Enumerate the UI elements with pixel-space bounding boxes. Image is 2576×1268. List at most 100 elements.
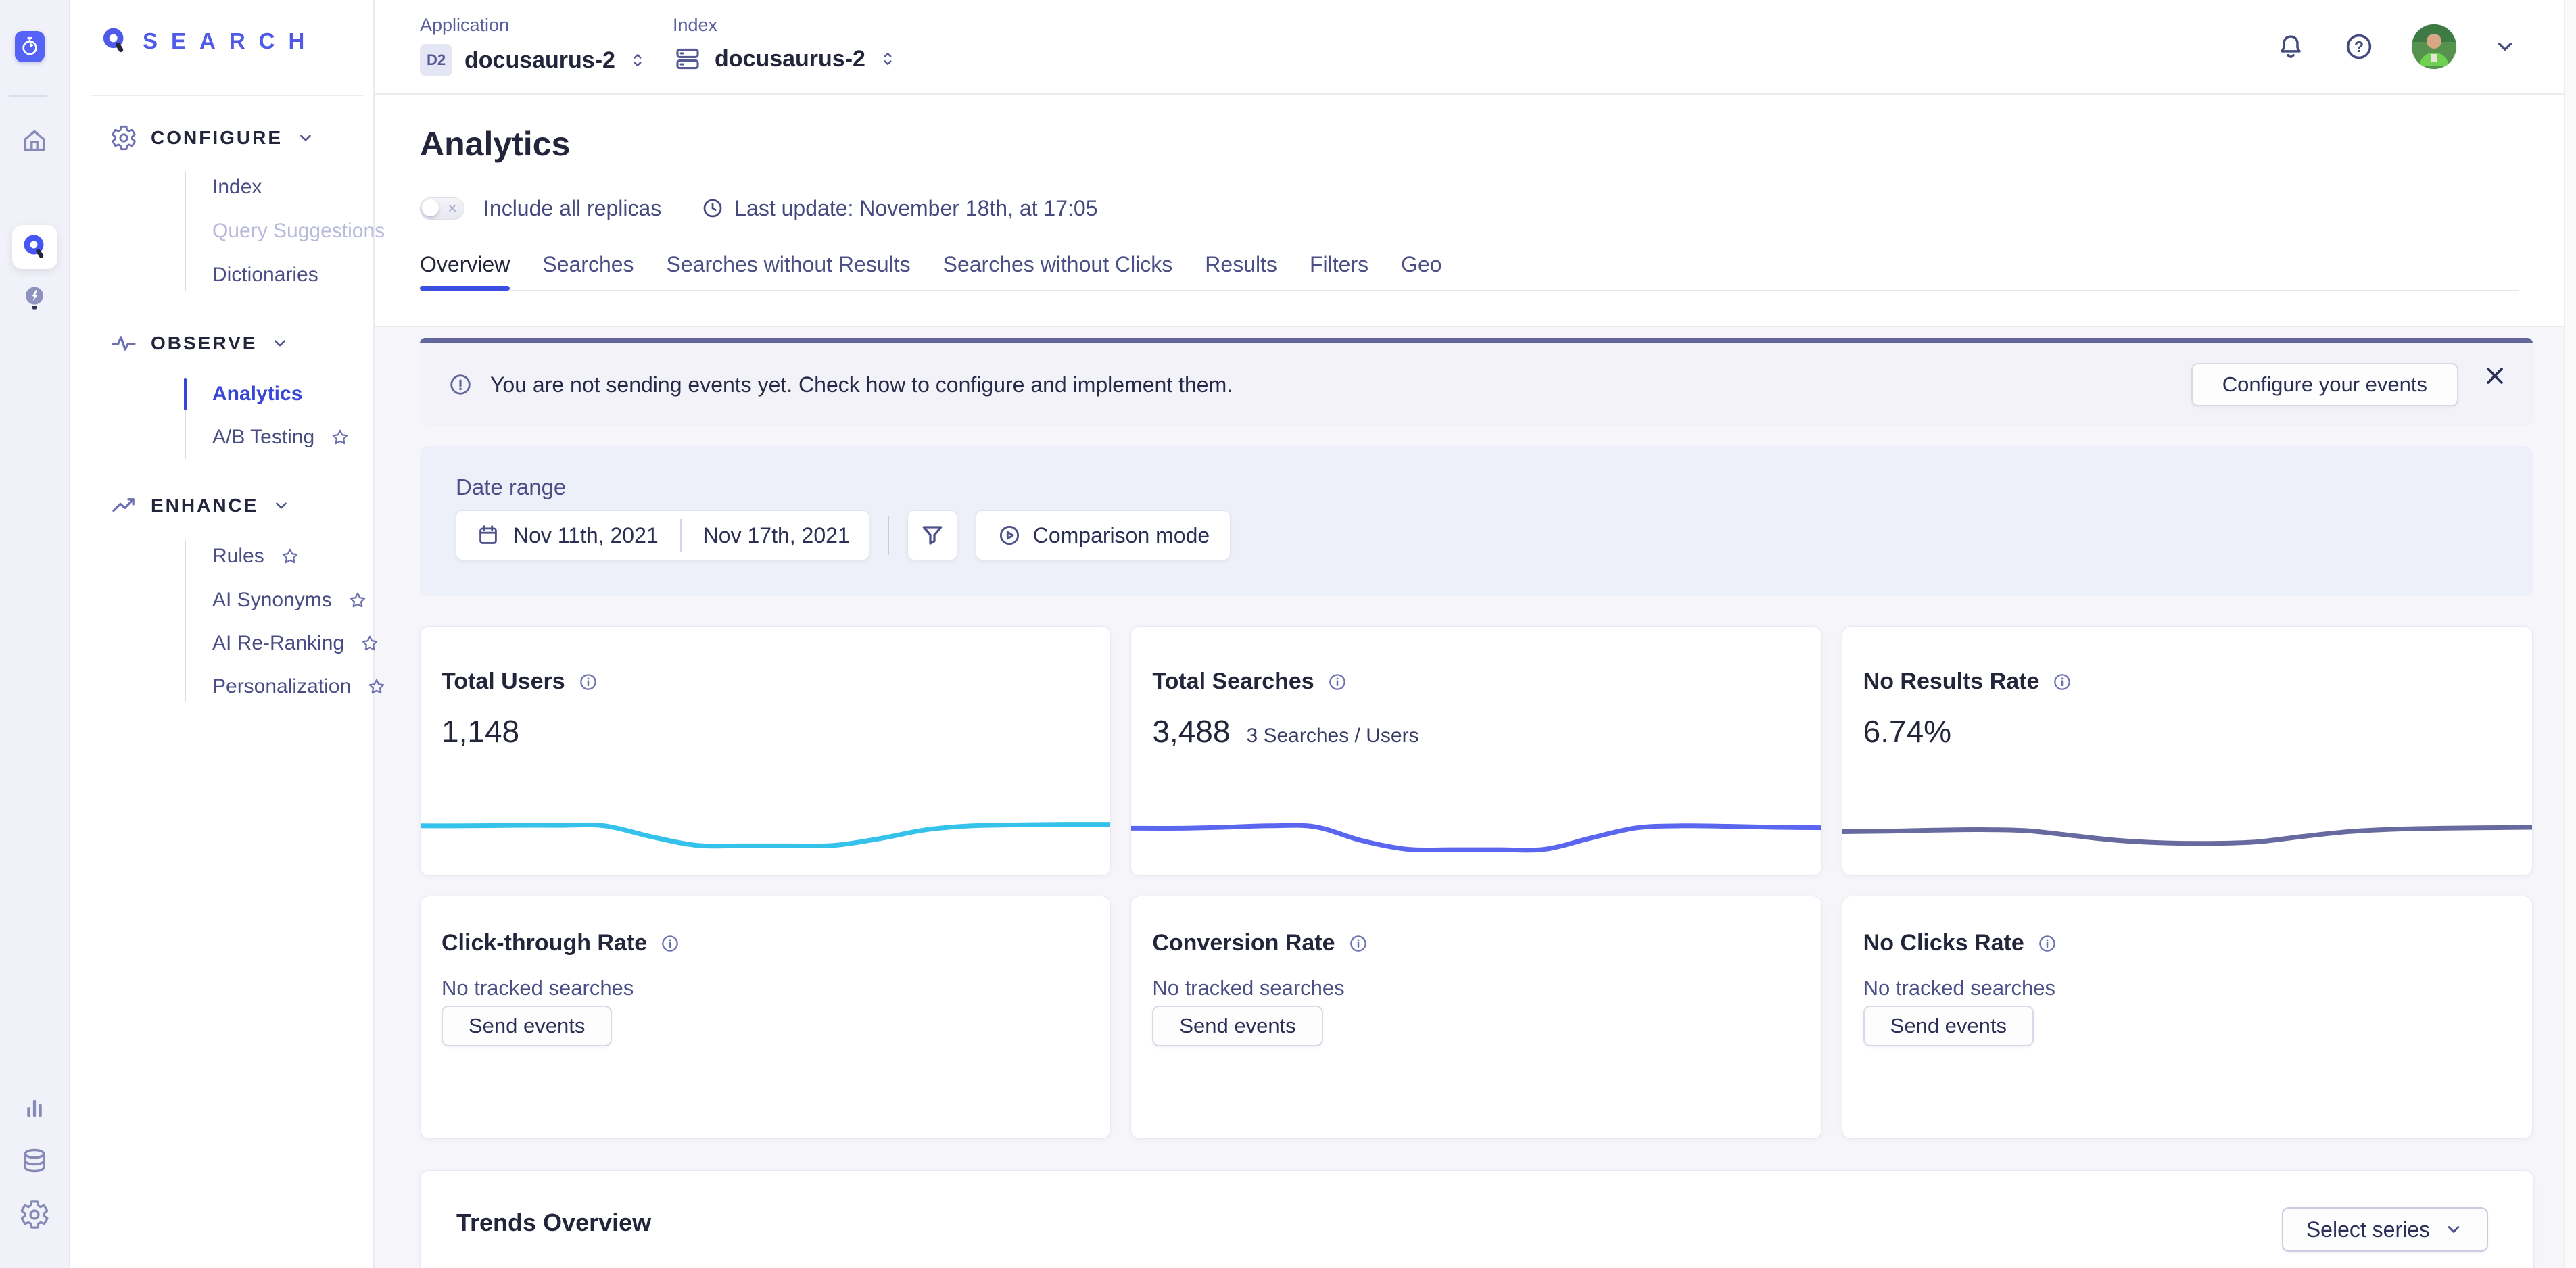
stat-title: Total Users [442, 668, 565, 695]
date-end: Nov 17th, 2021 [703, 523, 850, 548]
tab-searches-without-clicks[interactable]: Searches without Clicks [943, 252, 1173, 277]
select-series-button[interactable]: Select series [2282, 1207, 2488, 1252]
main-content: You are not sending events yet. Check ho… [375, 326, 2565, 1268]
total-searches-sparkline [1131, 796, 1821, 860]
filter-funnel-button[interactable] [907, 510, 957, 560]
banner-close-icon[interactable] [2481, 362, 2508, 389]
nav-section-label: CONFIGURE [151, 127, 283, 149]
data-sources-icon[interactable] [0, 1145, 69, 1176]
sidebar-item-rules[interactable]: Rules [212, 541, 301, 572]
info-icon[interactable] [1347, 933, 1369, 954]
select-series-label: Select series [2306, 1217, 2430, 1242]
configure-events-button[interactable]: Configure your events [2191, 363, 2458, 406]
stat-title: Conversion Rate [1152, 930, 1335, 956]
gear-icon [110, 124, 137, 151]
application-select[interactable]: D2 docusaurus-2 [420, 44, 648, 76]
index-icon [673, 44, 702, 74]
app-logo-tile[interactable] [15, 31, 45, 62]
notifications-bell-icon[interactable] [2275, 31, 2306, 62]
clock-icon [700, 196, 725, 220]
comparison-mode-button[interactable]: Comparison mode [976, 510, 1231, 560]
sidebar-item-dictionaries[interactable]: Dictionaries [212, 260, 318, 291]
sidebar-item-ai-re-ranking[interactable]: AI Re-Ranking [212, 628, 381, 659]
star-icon[interactable] [359, 633, 381, 654]
star-icon[interactable] [347, 589, 368, 611]
info-icon[interactable] [2051, 671, 2073, 693]
recommend-bulb-icon[interactable] [0, 283, 69, 314]
help-icon[interactable] [2343, 30, 2375, 63]
banner-message: You are not sending events yet. Check ho… [490, 372, 1233, 397]
stat-card-no-results-rate: No Results Rate 6.74% [1842, 626, 2533, 876]
funnel-icon [919, 522, 946, 549]
info-icon[interactable] [2036, 933, 2058, 954]
stopwatch-icon [18, 35, 41, 58]
tab-geo[interactable]: Geo [1401, 252, 1441, 277]
stats-row-1: Total Users 1,148 Total Searches 3,488 3… [420, 626, 2533, 876]
sidebar-item-label: Rules [212, 545, 264, 568]
tab-searches-without-results[interactable]: Searches without Results [667, 252, 911, 277]
search-product-icon[interactable] [12, 225, 57, 269]
user-avatar[interactable] [2412, 24, 2456, 69]
search-brand[interactable]: SEARCH [99, 26, 318, 57]
select-arrows-icon [627, 50, 648, 70]
sidebar-item-query-suggestions[interactable]: Query Suggestions [212, 216, 385, 247]
info-icon[interactable] [659, 933, 681, 954]
send-events-button[interactable]: Send events [1152, 1006, 1322, 1046]
sidebar: SEARCH CONFIGURE Index Query Suggestions… [70, 0, 375, 1268]
date-range-picker[interactable]: Nov 11th, 2021 Nov 17th, 2021 [456, 510, 869, 560]
star-icon[interactable] [279, 545, 301, 567]
toggle-knob [422, 199, 439, 216]
send-events-button[interactable]: Send events [1863, 1006, 2034, 1046]
info-icon[interactable] [577, 671, 599, 693]
include-replicas-label: Include all replicas [483, 196, 661, 221]
sidebar-item-index[interactable]: Index [212, 172, 262, 203]
account-menu-chevron-icon[interactable] [2493, 34, 2517, 59]
chevron-down-icon [270, 334, 289, 353]
usage-chart-icon[interactable] [0, 1092, 69, 1123]
sidebar-item-ab-testing[interactable]: A/B Testing [212, 422, 351, 453]
trends-overview-card: Trends Overview Select series [420, 1170, 2534, 1268]
sidebar-item-label: Index [212, 176, 262, 199]
tab-results[interactable]: Results [1205, 252, 1277, 277]
pulse-icon [110, 330, 137, 357]
page-header: Analytics Include all replicas Last upda… [375, 95, 2565, 327]
application-label: Application [420, 15, 648, 36]
nav-section-label: OBSERVE [151, 333, 257, 354]
stat-card-total-users: Total Users 1,148 [420, 626, 1111, 876]
toggle-off-x-icon [446, 201, 459, 215]
tab-searches[interactable]: Searches [542, 252, 634, 277]
magnifier-icon [99, 26, 130, 57]
sidebar-item-ai-synonyms[interactable]: AI Synonyms [212, 585, 368, 616]
empty-state-text: No tracked searches [442, 976, 634, 1000]
stat-title: No Results Rate [1863, 668, 2040, 695]
settings-gear-icon[interactable] [0, 1199, 69, 1230]
comparison-mode-label: Comparison mode [1033, 523, 1210, 548]
index-select[interactable]: docusaurus-2 [673, 44, 898, 74]
tab-overview[interactable]: Overview [420, 252, 510, 277]
date-range-label: Date range [456, 474, 566, 500]
vertical-scrollbar[interactable] [2564, 0, 2576, 1268]
tab-filters[interactable]: Filters [1310, 252, 1368, 277]
nav-section-enhance[interactable]: ENHANCE [110, 491, 291, 520]
stat-card-click-through-rate: Click-through Rate No tracked searches S… [420, 896, 1111, 1139]
stat-value: 6.74% [1863, 713, 1951, 750]
include-replicas-toggle[interactable] [420, 197, 464, 220]
nav-section-observe[interactable]: OBSERVE [110, 328, 289, 358]
chevron-down-icon [296, 128, 315, 147]
nav-section-configure[interactable]: CONFIGURE [110, 123, 315, 153]
chevron-down-icon [2443, 1219, 2464, 1240]
sidebar-item-analytics[interactable]: Analytics [212, 379, 302, 410]
index-selector: Index docusaurus-2 [673, 15, 898, 74]
send-events-button[interactable]: Send events [442, 1006, 612, 1046]
sidebar-item-label: A/B Testing [212, 426, 314, 449]
page-title: Analytics [420, 124, 570, 164]
empty-state-text: No tracked searches [1152, 976, 1344, 1000]
info-icon[interactable] [1327, 671, 1348, 693]
star-icon[interactable] [329, 426, 351, 448]
stat-value: 1,148 [442, 713, 519, 750]
sidebar-item-personalization[interactable]: Personalization [212, 671, 387, 702]
play-circle-icon [997, 522, 1022, 548]
date-start: Nov 11th, 2021 [513, 523, 659, 548]
star-icon[interactable] [366, 676, 387, 698]
home-icon[interactable] [0, 126, 69, 155]
